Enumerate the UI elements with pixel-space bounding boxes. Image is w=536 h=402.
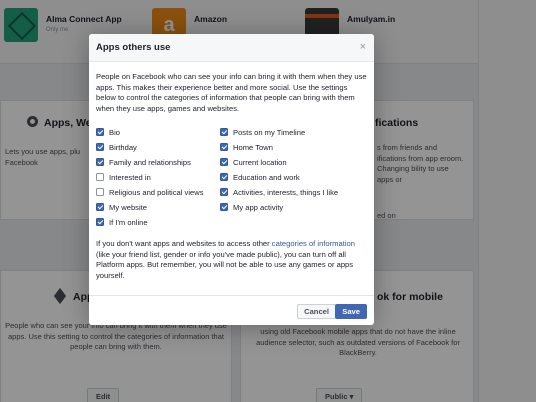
checkbox-label: Interested in bbox=[109, 172, 151, 182]
checkbox-education-work[interactable]: Education and work bbox=[220, 172, 300, 182]
checkbox-icon[interactable] bbox=[96, 218, 104, 226]
dialog-header: Apps others use × bbox=[89, 34, 374, 62]
checkbox-posts-on-timeline[interactable]: Posts on my Timeline bbox=[220, 127, 305, 137]
dialog-footer-text: If you don't want apps and websites to a… bbox=[96, 239, 368, 281]
categories-of-information-link[interactable]: categories of information bbox=[272, 239, 355, 248]
checkbox-if-online[interactable]: If I'm online bbox=[96, 217, 148, 227]
dialog-actions: Cancel Save bbox=[89, 295, 374, 325]
checkbox-icon[interactable] bbox=[220, 128, 228, 136]
checkbox-icon[interactable] bbox=[96, 173, 104, 181]
checkbox-label: Birthday bbox=[109, 142, 137, 152]
checkbox-icon[interactable] bbox=[220, 188, 228, 196]
close-icon[interactable]: × bbox=[360, 40, 366, 54]
footer-text-part: If you don't want apps and websites to a… bbox=[96, 239, 272, 248]
checkbox-label: If I'm online bbox=[109, 217, 148, 227]
footer-text-part: (like your friend list, gender or info y… bbox=[96, 249, 354, 280]
checkbox-icon[interactable] bbox=[96, 158, 104, 166]
checkbox-home-town[interactable]: Home Town bbox=[220, 142, 273, 152]
checkbox-icon[interactable] bbox=[96, 203, 104, 211]
checkbox-religious-political[interactable]: Religious and political views bbox=[96, 187, 204, 197]
checkbox-icon[interactable] bbox=[96, 143, 104, 151]
checkbox-label: Posts on my Timeline bbox=[233, 127, 306, 137]
checkbox-icon[interactable] bbox=[96, 128, 104, 136]
checkbox-label: Home Town bbox=[233, 142, 273, 152]
checkbox-label: Current location bbox=[233, 157, 287, 167]
checkbox-icon[interactable] bbox=[220, 158, 228, 166]
checkbox-label: My website bbox=[109, 202, 147, 212]
checkbox-bio[interactable]: Bio bbox=[96, 127, 120, 137]
checkbox-my-website[interactable]: My website bbox=[96, 202, 147, 212]
cancel-button[interactable]: Cancel bbox=[297, 304, 336, 319]
checkbox-current-location[interactable]: Current location bbox=[220, 157, 287, 167]
checkbox-label: My app activity bbox=[233, 202, 284, 212]
checkbox-label: Family and relationships bbox=[109, 157, 191, 167]
checkbox-icon[interactable] bbox=[220, 143, 228, 151]
checkbox-label: Religious and political views bbox=[109, 187, 204, 197]
checkbox-icon[interactable] bbox=[220, 203, 228, 211]
dialog-intro-text: People on Facebook who can see your info… bbox=[96, 72, 367, 113]
checkbox-activities-interests[interactable]: Activities, interests, things I like bbox=[220, 187, 338, 197]
apps-others-use-dialog: Apps others use × People on Facebook who… bbox=[89, 34, 374, 325]
checkbox-my-app-activity[interactable]: My app activity bbox=[220, 202, 283, 212]
checkbox-family-relationships[interactable]: Family and relationships bbox=[96, 157, 191, 167]
save-button[interactable]: Save bbox=[335, 304, 367, 319]
checkbox-label: Bio bbox=[109, 127, 120, 137]
checkbox-interested-in[interactable]: Interested in bbox=[96, 172, 151, 182]
checkbox-icon[interactable] bbox=[96, 188, 104, 196]
checkbox-birthday[interactable]: Birthday bbox=[96, 142, 137, 152]
checkbox-label: Education and work bbox=[233, 172, 300, 182]
checkbox-label: Activities, interests, things I like bbox=[233, 187, 339, 197]
checkbox-icon[interactable] bbox=[220, 173, 228, 181]
dialog-title: Apps others use bbox=[96, 42, 171, 53]
